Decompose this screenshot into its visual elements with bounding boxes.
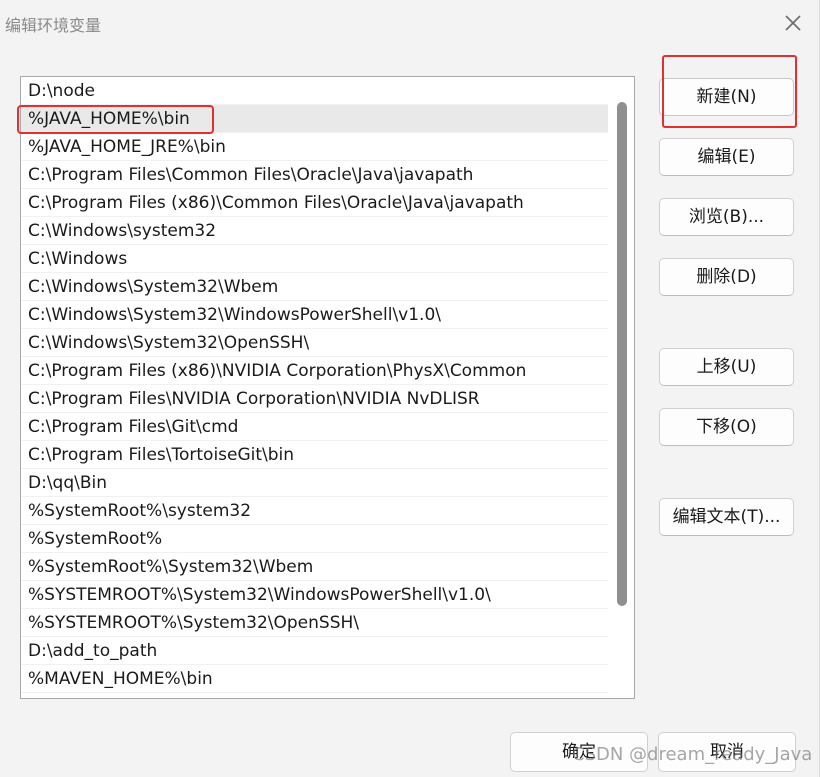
list-item[interactable]: %SystemRoot%\System32\Wbem: [21, 553, 608, 581]
list-item[interactable]: D:\add_to_path: [21, 637, 608, 665]
list-item[interactable]: C:\Windows\System32\Wbem: [21, 273, 608, 301]
list-item[interactable]: %SystemRoot%: [21, 525, 608, 553]
path-list-items: D:\node %JAVA_HOME%\bin %JAVA_HOME_JRE%\bi…: [21, 77, 608, 693]
dialog-title: 编辑环境变量: [5, 16, 102, 35]
path-list[interactable]: D:\node %JAVA_HOME%\bin %JAVA_HOME_JRE%\bi…: [20, 76, 635, 699]
list-item[interactable]: C:\Program Files (x86)\NVIDIA Corporatio…: [21, 357, 608, 385]
list-item[interactable]: C:\Program Files (x86)\Common Files\Orac…: [21, 189, 608, 217]
new-button[interactable]: 新建(N): [659, 78, 794, 116]
cancel-button[interactable]: 取消: [658, 732, 796, 772]
edit-env-var-dialog: 编辑环境变量 D:\node %JAVA_HOME%\bin %JAVA_HOME_…: [0, 0, 820, 777]
list-item[interactable]: C:\Windows\System32\WindowsPowerShell\v1…: [21, 301, 608, 329]
list-item[interactable]: C:\Windows\system32: [21, 217, 608, 245]
close-icon[interactable]: [780, 10, 806, 36]
list-item[interactable]: %SystemRoot%\system32: [21, 497, 608, 525]
delete-button[interactable]: 删除(D): [659, 258, 794, 296]
list-item[interactable]: %JAVA_HOME_JRE%\bin: [21, 133, 608, 161]
list-item[interactable]: C:\Windows: [21, 245, 608, 273]
browse-button[interactable]: 浏览(B)...: [659, 198, 794, 236]
move-up-button[interactable]: 上移(U): [659, 348, 794, 386]
list-scrollbar[interactable]: [617, 102, 627, 606]
edit-button[interactable]: 编辑(E): [659, 138, 794, 176]
list-item[interactable]: D:\node: [21, 77, 608, 105]
list-item[interactable]: C:\Windows\System32\OpenSSH\: [21, 329, 608, 357]
move-down-button[interactable]: 下移(O): [659, 408, 794, 446]
ok-button[interactable]: 确定: [510, 732, 648, 772]
list-item[interactable]: C:\Program Files\Git\cmd: [21, 413, 608, 441]
list-item[interactable]: %SYSTEMROOT%\System32\WindowsPowerShell\…: [21, 581, 608, 609]
list-item[interactable]: %MAVEN_HOME%\bin: [21, 665, 608, 693]
list-item[interactable]: C:\Program Files\NVIDIA Corporation\NVID…: [21, 385, 608, 413]
close-x-glyph: [785, 15, 801, 31]
list-item[interactable]: %JAVA_HOME%\bin: [21, 105, 608, 133]
list-item[interactable]: C:\Program Files\TortoiseGit\bin: [21, 441, 608, 469]
list-item[interactable]: %SYSTEMROOT%\System32\OpenSSH\: [21, 609, 608, 637]
edit-text-button[interactable]: 编辑文本(T)...: [659, 498, 794, 536]
list-item[interactable]: D:\qq\Bin: [21, 469, 608, 497]
list-item[interactable]: C:\Program Files\Common Files\Oracle\Jav…: [21, 161, 608, 189]
